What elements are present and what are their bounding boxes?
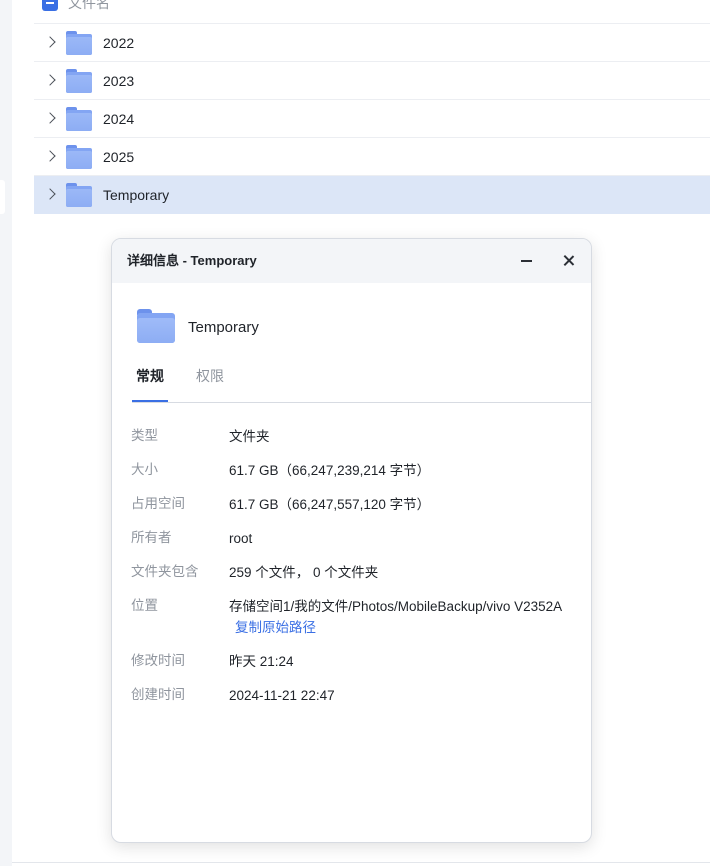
property-label: 大小 [131, 462, 158, 477]
folder-row-2023[interactable]: 2023 [34, 62, 710, 100]
property-type: 类型 文件夹 [131, 429, 581, 463]
property-label: 位置 [131, 598, 158, 613]
property-size: 大小 61.7 GB（66,247,239,214 字节） [131, 463, 581, 497]
folder-row-2025[interactable]: 2025 [34, 138, 710, 176]
close-icon[interactable] [559, 251, 579, 271]
chevron-right-icon[interactable] [44, 112, 56, 124]
property-value: 文件夹 [229, 429, 270, 444]
folder-icon [66, 183, 92, 207]
folder-row-2024[interactable]: 2024 [34, 100, 710, 138]
folder-name: 2022 [103, 35, 135, 51]
property-value: root [229, 531, 253, 546]
property-owner: 所有者 root [131, 531, 581, 565]
left-rail [0, 0, 12, 866]
property-label: 类型 [131, 428, 158, 443]
dialog-title: 详细信息 - Temporary [127, 253, 257, 268]
chevron-right-icon[interactable] [44, 74, 56, 86]
property-value: 存储空间1/我的文件/Photos/MobileBackup/vivo V235… [229, 596, 574, 638]
chevron-right-icon[interactable] [44, 188, 56, 200]
property-contains: 文件夹包含 259 个文件， 0 个文件夹 [131, 565, 581, 599]
column-header-filename[interactable]: 文件名 [68, 0, 110, 10]
details-dialog: 详细信息 - Temporary Temporary 常规 权限 类型 文件夹 … [111, 238, 592, 843]
property-value: 61.7 GB（66,247,557,120 字节） [229, 497, 431, 512]
property-label: 所有者 [131, 530, 172, 545]
item-name: Temporary [188, 319, 259, 336]
folder-row-2022[interactable]: 2022 [34, 24, 710, 62]
list-header: 文件名 [34, 0, 710, 24]
select-all-checkbox-icon[interactable] [42, 0, 58, 11]
property-label: 修改时间 [131, 653, 185, 668]
folder-icon [66, 31, 92, 55]
property-modified: 修改时间 昨天 21:24 [131, 654, 581, 688]
folder-row-temporary[interactable]: Temporary [34, 176, 710, 214]
bottom-divider [12, 862, 710, 863]
location-path: 存储空间1/我的文件/Photos/MobileBackup/vivo V235… [229, 599, 563, 614]
properties-list: 类型 文件夹 大小 61.7 GB（66,247,239,214 字节） 占用空… [131, 429, 581, 722]
property-value: 昨天 21:24 [229, 654, 294, 669]
property-disk-usage: 占用空间 61.7 GB（66,247,557,120 字节） [131, 497, 581, 531]
folder-icon [66, 69, 92, 93]
property-label: 占用空间 [131, 496, 185, 511]
folder-name: 2025 [103, 149, 135, 165]
property-location: 位置 存储空间1/我的文件/Photos/MobileBackup/vivo V… [131, 599, 581, 654]
folder-icon [137, 309, 175, 343]
property-created: 创建时间 2024-11-21 22:47 [131, 688, 581, 722]
property-value: 61.7 GB（66,247,239,214 字节） [229, 463, 431, 478]
folder-icon [66, 145, 92, 169]
folder-name: Temporary [103, 187, 170, 203]
property-value: 2024-11-21 22:47 [229, 688, 335, 703]
dialog-tabs: 常规 权限 [132, 365, 591, 403]
tab-permissions[interactable]: 权限 [196, 369, 224, 383]
file-list: 文件名 2022 2023 2024 2025 Temporary [34, 0, 710, 214]
dialog-titlebar[interactable]: 详细信息 - Temporary [112, 239, 591, 283]
property-label: 文件夹包含 [131, 564, 199, 579]
chevron-right-icon[interactable] [44, 150, 56, 162]
chevron-right-icon[interactable] [44, 36, 56, 48]
copy-path-link[interactable]: 复制原始路径 [235, 620, 316, 635]
property-value: 259 个文件， 0 个文件夹 [229, 565, 379, 580]
folder-icon [66, 107, 92, 131]
tab-general[interactable]: 常规 [136, 369, 164, 383]
folder-name: 2024 [103, 111, 135, 127]
minimize-icon[interactable] [516, 251, 536, 271]
property-label: 创建时间 [131, 687, 185, 702]
active-tab-indicator [132, 400, 168, 402]
folder-name: 2023 [103, 73, 135, 89]
left-rail-indicator [0, 180, 5, 214]
